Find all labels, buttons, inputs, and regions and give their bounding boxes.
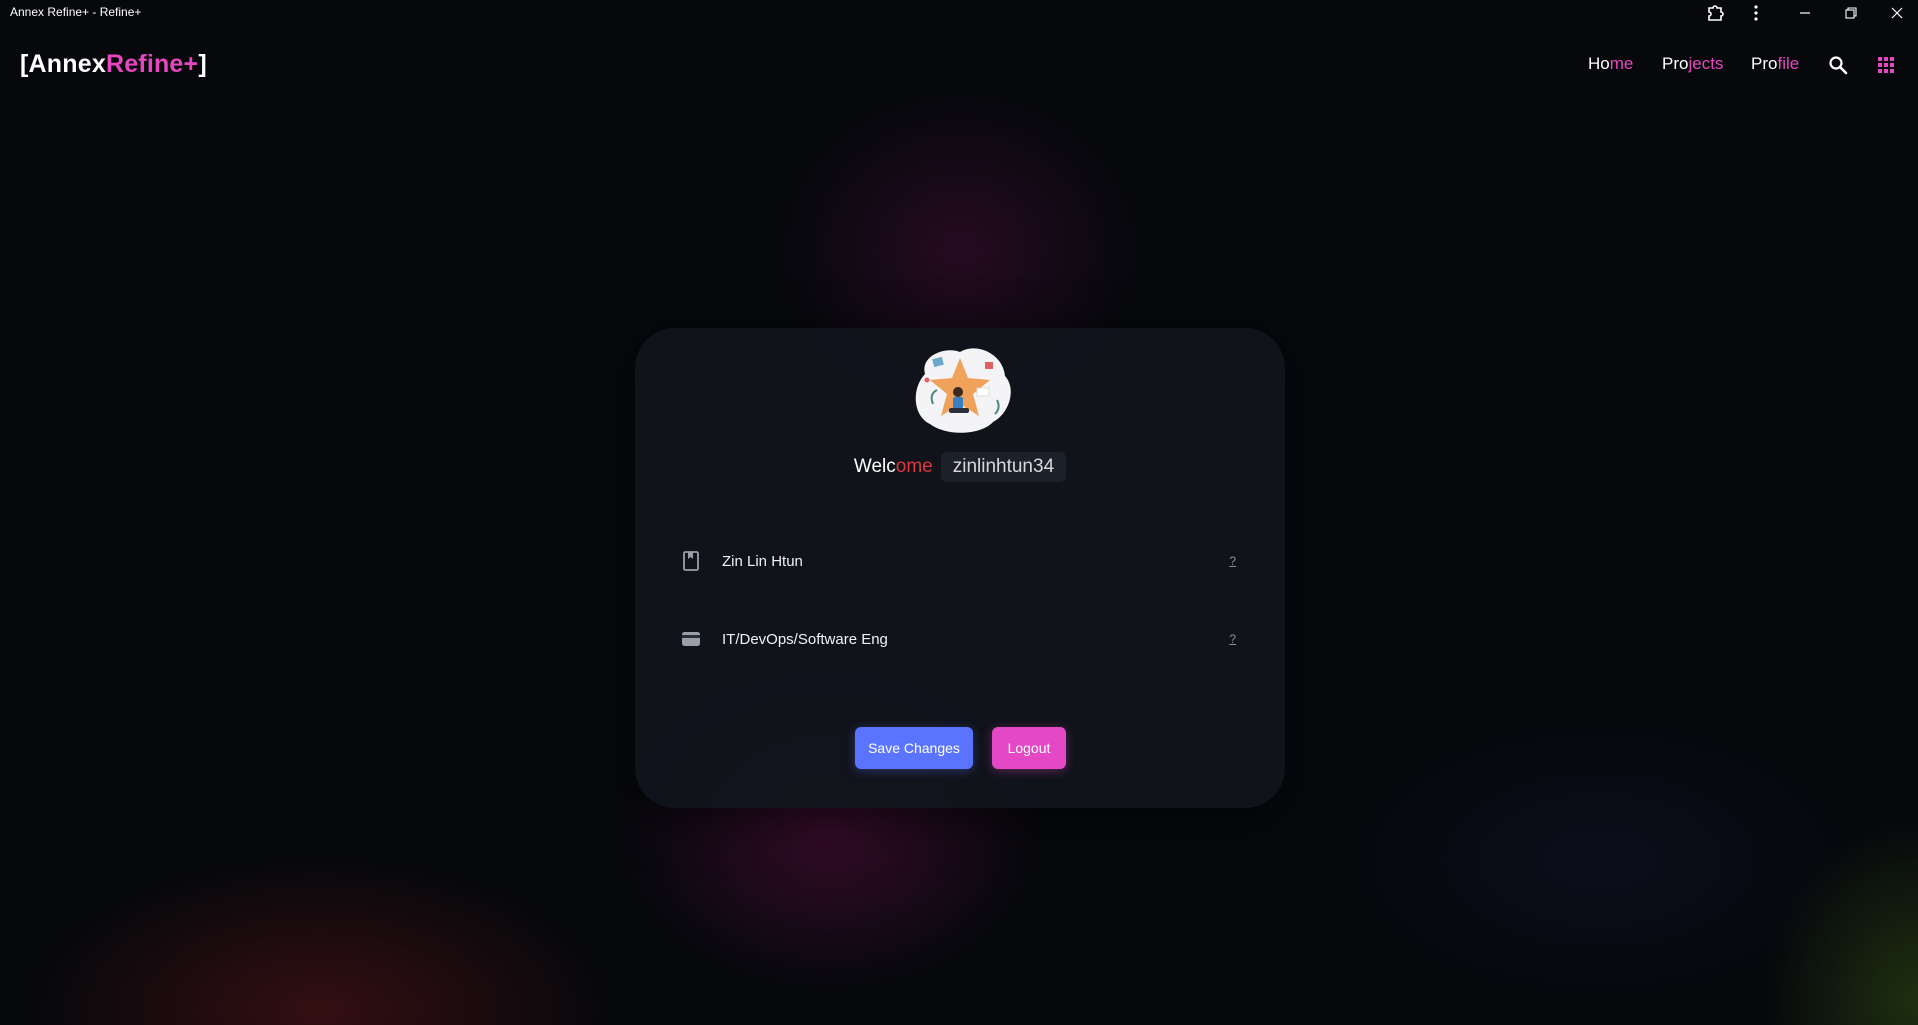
id-card-icon [680, 628, 702, 650]
name-help-link[interactable]: ? [1229, 554, 1236, 568]
logo-text-refine: Refine+ [105, 50, 199, 78]
nav-projects-label-a: Pro [1662, 54, 1689, 73]
nav-profile-label-b: file [1777, 54, 1800, 73]
logout-button[interactable]: Logout [992, 727, 1066, 769]
search-icon[interactable] [1826, 53, 1850, 77]
nav-home-label-a: Ho [1588, 54, 1610, 73]
welcome-text-a: Welc [853, 456, 896, 477]
profile-card: Welcome zinlinhtun34 Zin Lin Htun ? IT/D… [635, 328, 1285, 808]
nav-profile-label-a: Pro [1751, 54, 1778, 73]
nav-projects-label-b: jects [1688, 54, 1724, 73]
department-field-row[interactable]: IT/DevOps/Software Eng ? [680, 624, 1240, 654]
nav-projects[interactable]: Projects [1662, 54, 1723, 74]
window-title: Annex Refine+ - Refine+ [10, 5, 142, 19]
app-window: Annex Refine+ - Refine+ [AnnexRefine+] H… [0, 0, 1918, 1025]
username-badge: zinlinhtun34 [940, 452, 1067, 482]
close-icon[interactable] [1877, 0, 1917, 26]
extensions-icon[interactable] [1695, 0, 1735, 26]
title-bar: Annex Refine+ - Refine+ [0, 0, 1918, 26]
logo-text-annex: Annex [28, 50, 106, 78]
logo-bracket-close: ] [198, 50, 207, 78]
bookmark-icon [680, 550, 702, 572]
department-help-link[interactable]: ? [1229, 632, 1236, 646]
nav-profile[interactable]: Profile [1751, 54, 1799, 74]
name-field-row[interactable]: Zin Lin Htun ? [680, 546, 1240, 576]
welcome-heading: Welcome zinlinhtun34 [635, 452, 1285, 482]
logo-bracket-open: [ [20, 50, 29, 78]
minimize-icon[interactable] [1785, 0, 1825, 26]
welcome-text-b: ome [895, 456, 933, 477]
more-menu-icon[interactable] [1736, 0, 1776, 26]
app-logo[interactable]: [AnnexRefine+] [20, 50, 207, 79]
apps-grid-icon[interactable] [1874, 53, 1898, 77]
nav-home[interactable]: Home [1588, 54, 1633, 74]
department-value: IT/DevOps/Software Eng [722, 630, 888, 648]
nav-home-label-b: me [1609, 54, 1634, 73]
avatar [915, 348, 1011, 433]
restore-icon[interactable] [1831, 0, 1871, 26]
save-changes-button[interactable]: Save Changes [855, 727, 973, 769]
full-name-value: Zin Lin Htun [722, 552, 803, 570]
